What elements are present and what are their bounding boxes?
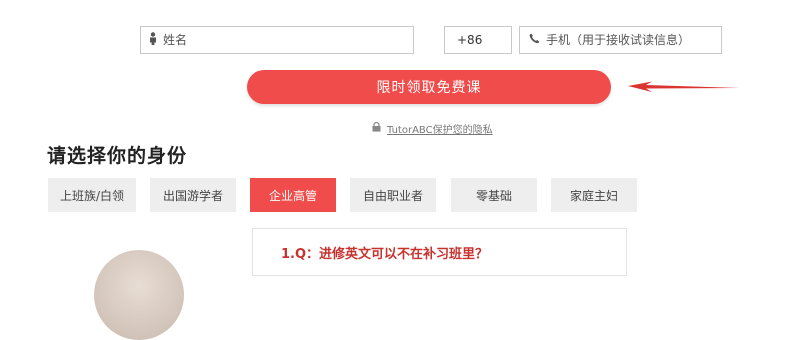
claim-free-class-label: 限时领取免费课 — [376, 80, 482, 96]
identity-tab-label: 自由职业者 — [362, 188, 423, 203]
identity-tab-label: 出国游学者 — [162, 188, 223, 203]
phone-input[interactable] — [546, 33, 721, 47]
avatar — [94, 250, 184, 340]
privacy-note: TutorABC保护您的隐私 — [372, 121, 493, 136]
identity-tab-label: 家庭主妇 — [569, 188, 618, 203]
identity-tab-homemaker[interactable]: 家庭主妇 — [551, 178, 637, 212]
name-input[interactable] — [163, 33, 413, 47]
arrow-left-icon — [628, 81, 740, 92]
identity-tab-office-worker[interactable]: 上班族/白领 — [48, 178, 136, 212]
faq-question: 1.Q：进修英文可以不在补习班里？ — [281, 247, 489, 262]
identity-tab-label: 零基础 — [475, 188, 512, 203]
country-code-value: +86 — [457, 33, 483, 47]
identity-tab-label: 上班族/白领 — [59, 188, 125, 203]
person-icon — [149, 32, 157, 48]
identity-tab-executive[interactable]: 企业高管 — [250, 178, 336, 212]
phone-field[interactable] — [519, 26, 722, 54]
phone-icon — [529, 33, 540, 47]
privacy-link[interactable]: TutorABC保护您的隐私 — [387, 121, 493, 136]
identity-tab-study-abroad[interactable]: 出国游学者 — [150, 178, 236, 212]
identity-tab-beginner[interactable]: 零基础 — [451, 178, 537, 212]
identity-section-title: 请选择你的身份 — [47, 145, 188, 167]
name-field[interactable] — [140, 26, 414, 54]
claim-free-class-button[interactable]: 限时领取免费课 — [247, 70, 611, 104]
lock-icon — [372, 121, 381, 135]
identity-tab-label: 企业高管 — [268, 188, 317, 203]
identity-tab-freelancer[interactable]: 自由职业者 — [350, 178, 436, 212]
country-code-select[interactable]: +86 — [444, 26, 512, 54]
